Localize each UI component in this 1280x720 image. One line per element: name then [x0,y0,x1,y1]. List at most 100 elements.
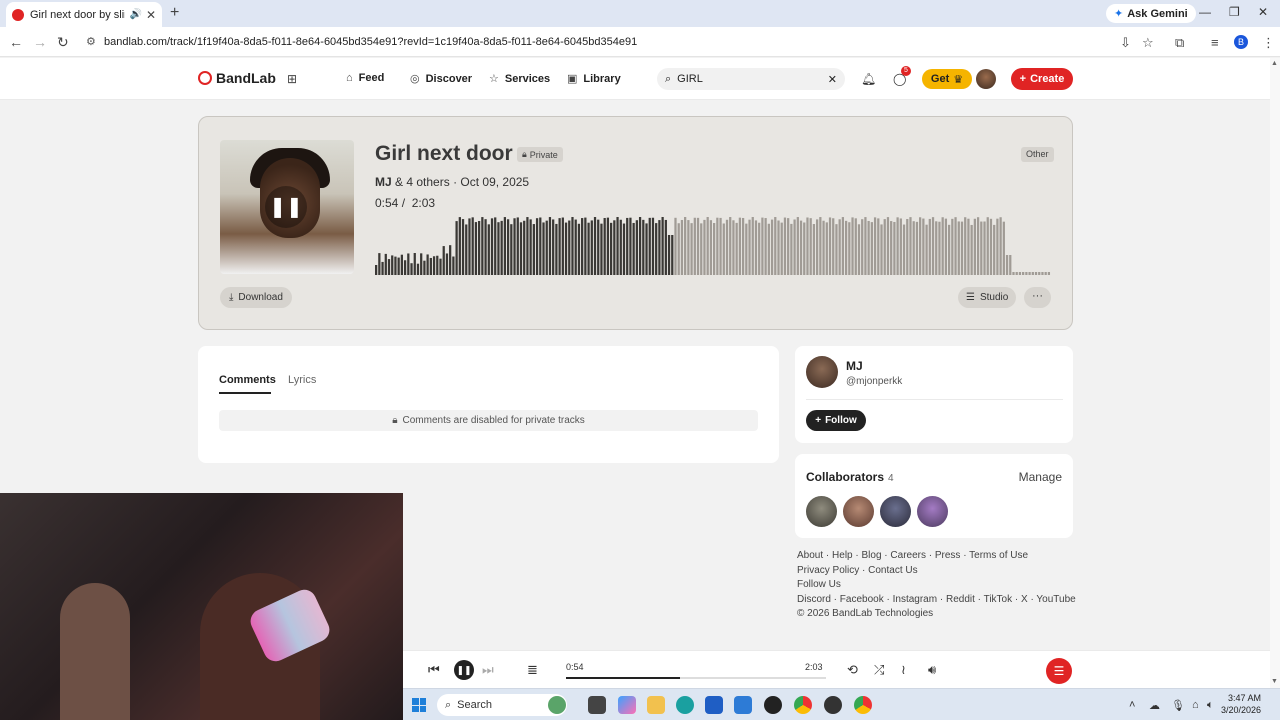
collaborator-avatar[interactable] [806,496,837,527]
pause-overlay-icon[interactable]: ❚❚ [265,186,307,228]
footer-link[interactable]: Contact Us [868,565,917,576]
network-icon[interactable]: ⌂ [1192,699,1199,711]
user-avatar[interactable] [976,69,996,89]
footer-link[interactable]: Careers [890,550,926,561]
genre-tag[interactable]: Other [1021,147,1054,162]
url-field[interactable]: bandlab.com/track/1f19f40a-8da5-f011-8e6… [104,36,637,48]
taskbar-clock[interactable]: 3:47 AM 3/20/2026 [1221,692,1261,716]
reload-icon[interactable]: ↻ [57,34,69,51]
pause-button[interactable]: ❚❚ [454,660,474,680]
file-explorer-icon[interactable] [647,696,665,714]
footer-link[interactable]: Help [832,550,853,561]
scroll-up-icon[interactable]: ▲ [1271,60,1278,67]
back-icon[interactable]: ← [9,34,23,50]
chrome-icon[interactable] [794,696,812,714]
nav-services[interactable]: ☆ Services [489,72,550,86]
queue-button[interactable]: ☰ [1046,658,1072,684]
onedrive-icon[interactable]: ☁ [1149,699,1160,712]
collaborator-avatar[interactable] [843,496,874,527]
player-progress-bar[interactable] [566,677,826,679]
footer-link[interactable]: Facebook [840,594,884,605]
follow-button[interactable]: + Follow [806,410,866,431]
speaker-icon[interactable]: 🔊 [129,9,141,20]
edge-icon[interactable] [676,696,694,714]
artist-link[interactable]: MJ [375,175,392,189]
footer-link[interactable]: Press [935,550,961,561]
waveform-bar [828,217,832,275]
notifications-bell-icon[interactable]: 🔔︎ [861,72,876,86]
restore-icon[interactable]: ❐ [1229,5,1240,19]
extensions-icon[interactable]: ⧉ [1175,35,1184,51]
volume-icon[interactable]: 🔊︎ [928,662,936,678]
download-button[interactable]: ⤓ Download [220,287,292,308]
ask-gemini-button[interactable]: ✦ Ask Gemini [1106,4,1196,23]
search-input[interactable]: ⌕ GIRL ✕ [657,68,845,90]
nav-library[interactable]: ▣ Library [567,72,621,86]
footer-link[interactable]: Blog [862,550,882,561]
page-scrollbar[interactable]: ▲ ▼ [1270,58,1280,688]
footer-link[interactable]: TikTok [984,594,1013,605]
app-icon[interactable] [824,696,842,714]
playlist-icon[interactable]: ≣ [527,662,538,678]
windows-start-icon[interactable] [412,698,426,712]
volume-tray-icon[interactable]: 🔈︎ [1207,699,1214,712]
tab-lyrics[interactable]: Lyrics [288,374,316,386]
minimize-icon[interactable]: — [1199,5,1211,19]
studio-button[interactable]: ☰ Studio [958,287,1017,308]
waveform-bar [758,222,761,275]
others-link[interactable]: & 4 others [395,175,450,189]
waveform-bar [561,217,564,275]
forward-icon[interactable]: → [33,34,47,50]
chatgpt-icon[interactable] [764,696,782,714]
tray-overflow-icon[interactable]: ˄ [1129,699,1135,711]
footer-link[interactable]: YouTube [1036,594,1075,605]
collaborator-avatar[interactable] [880,496,911,527]
collaborator-avatar[interactable] [917,496,948,527]
site-info-icon[interactable]: ⚙ [86,35,96,48]
waveform[interactable] [375,215,1051,275]
track-cover-art[interactable]: ❚❚ [220,140,354,274]
close-window-icon[interactable]: ✕ [1258,5,1268,19]
mail-icon[interactable] [734,696,752,714]
next-track-icon[interactable]: ⏭︎ [482,662,494,678]
create-button[interactable]: + Create [1011,68,1073,90]
media-controls-icon[interactable]: ≡ [1211,35,1219,50]
footer-link[interactable]: Reddit [946,594,975,605]
mute-icon[interactable]: ≀ [901,662,906,678]
close-tab-icon[interactable]: ✕ [146,8,156,22]
manage-button[interactable]: Manage [1019,470,1062,484]
clear-search-icon[interactable]: ✕ [828,73,837,86]
chrome-icon[interactable] [854,696,872,714]
nav-discover[interactable]: ◎ Discover [410,72,472,86]
install-app-icon[interactable]: ⇩ [1120,35,1131,51]
new-tab-icon[interactable]: + [170,4,179,22]
get-membership-button[interactable]: Get ♛ [922,69,972,89]
bandlab-logo[interactable]: BandLab [198,70,276,86]
artist-name[interactable]: MJ [846,359,863,373]
shuffle-icon[interactable]: ⤮ [874,662,884,678]
microphone-icon[interactable]: 🎙︎ [1171,699,1185,712]
footer-link[interactable]: X [1021,594,1028,605]
browser-profile-avatar[interactable]: B [1234,35,1248,49]
scroll-down-icon[interactable]: ▼ [1271,678,1278,685]
store-icon[interactable] [705,696,723,714]
task-view-icon[interactable] [588,696,606,714]
tab-comments[interactable]: Comments [219,374,276,386]
browser-tab[interactable]: Girl next door by slimeyboy 🔊 ✕ [6,2,162,27]
footer-link[interactable]: Terms of Use [969,550,1028,561]
footer-link[interactable]: Privacy Policy [797,565,859,576]
browser-menu-icon[interactable]: ⋮ [1262,35,1275,51]
waveform-bar [960,221,964,275]
bookmark-star-icon[interactable]: ☆ [1142,35,1154,51]
artist-avatar[interactable] [806,356,838,388]
weather-icon[interactable] [548,696,566,714]
nav-feed[interactable]: ⌂ Feed [346,72,384,84]
repeat-icon[interactable]: ⟲ [847,662,858,678]
footer-link[interactable]: Instagram [893,594,937,605]
footer-link[interactable]: Discord [797,594,831,605]
footer-link[interactable]: About [797,550,823,561]
previous-track-icon[interactable]: ⏮︎ [428,662,440,678]
apps-grid-icon[interactable]: ⊞ [287,72,297,86]
more-options-button[interactable]: ··· [1024,287,1051,308]
copilot-icon[interactable] [618,696,636,714]
